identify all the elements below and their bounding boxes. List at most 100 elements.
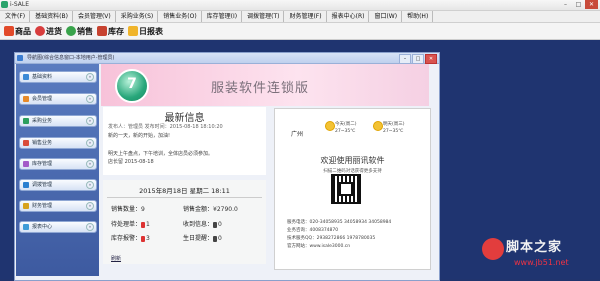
current-date: 2015年8月18日 星期二 18:11 [139, 187, 230, 195]
sidebar-item-transfer[interactable]: 调拨管理 » [19, 179, 97, 191]
transfer-icon [23, 182, 29, 188]
toolbar-purchase-label: 进货 [46, 26, 62, 36]
pending-row[interactable]: 待处理单： 1 [111, 219, 150, 228]
menu-members[interactable]: 会员管理(V) [73, 11, 116, 22]
sale-icon [66, 26, 76, 36]
chevron-icon: » [86, 117, 94, 125]
toolbar-daily-report-label: 日报表 [139, 26, 163, 36]
goods-icon [4, 26, 14, 36]
chevron-icon: » [86, 139, 94, 147]
finance-icon [23, 203, 29, 209]
toolbar-sale-button[interactable]: 销售 [66, 26, 93, 37]
refresh-link[interactable]: 刷新 [111, 255, 121, 262]
brand-banner: 7 服装软件连锁版 [101, 64, 429, 106]
tomorrow-label: 明天(周三) [383, 122, 405, 127]
pending-value: 1 [146, 221, 150, 228]
news-line: 店长留 2015-08-18 [108, 159, 154, 165]
message-icon [213, 221, 218, 228]
sidebar-item-label: 财务管理 [32, 203, 53, 209]
members-icon [23, 96, 29, 102]
toolbar-stock-button[interactable]: 库存 [97, 26, 124, 37]
inventory-icon [23, 161, 29, 167]
chevron-icon: » [86, 160, 94, 168]
sales-amount-label: 销售金额： [183, 206, 214, 213]
sidebar-item-label: 库存管理 [32, 161, 53, 167]
menu-purchase[interactable]: 采购业务(S) [116, 11, 159, 22]
received-value: 0 [218, 221, 222, 228]
close-button[interactable]: ✕ [585, 0, 598, 9]
watermark-url: www.jb51.net [514, 258, 569, 267]
news-panel: 最新信息 发布人：管理员 发布时间：2015-08-18 18:10:20 新的… [103, 107, 266, 175]
sidebar-item-finance[interactable]: 财务管理 » [19, 200, 97, 212]
menu-help[interactable]: 帮助(H) [402, 11, 434, 22]
sidebar-item-label: 会员管理 [32, 96, 53, 102]
sales-amount-value: ¥2790.0 [213, 206, 238, 213]
child-minimize-button[interactable]: – [399, 54, 411, 64]
sidebar-item-label: 调拨管理 [32, 182, 53, 188]
child-window-controls: – □ ✕ [399, 54, 437, 64]
maximize-button[interactable]: □ [572, 0, 585, 9]
stock-icon [97, 26, 107, 36]
menu-basic-data[interactable]: 基础资料(B) [30, 11, 73, 22]
menu-finance[interactable]: 财务管理(F) [284, 11, 327, 22]
alert-icon [141, 221, 146, 228]
sidebar-item-label: 采购业务 [32, 118, 53, 124]
minimize-button[interactable]: – [559, 0, 572, 9]
sales-count-row: 销售数量：9 [111, 204, 145, 213]
reports-icon [23, 224, 29, 230]
menu-file[interactable]: 文件(F) [0, 11, 31, 22]
news-heading: 最新信息 [164, 113, 205, 124]
basic-data-icon [23, 74, 29, 80]
sidebar-item-members[interactable]: 会员管理 » [19, 93, 97, 105]
news-meta: 发布人：管理员 发布时间：2015-08-18 18:10:20 [108, 124, 223, 130]
sidebar-item-purchase[interactable]: 采购业务 » [19, 115, 97, 127]
received-row[interactable]: 收到信息： 0 [183, 219, 222, 228]
birthday-value: 0 [218, 235, 222, 242]
banner-title: 服装软件连锁版 [211, 81, 310, 96]
toolbar-purchase-button[interactable]: 进货 [35, 26, 62, 37]
toolbar-daily-report-button[interactable]: 日报表 [128, 26, 163, 37]
stock-alert-label: 库存报警： [111, 235, 142, 242]
sidebar: 基础资料 » 会员管理 » 采购业务 » 销售业务 » 库存管理 » 调拨管理 … [16, 64, 99, 276]
logo-icon: 7 [115, 69, 149, 103]
chevron-icon: » [86, 95, 94, 103]
sidebar-item-inventory[interactable]: 库存管理 » [19, 158, 97, 170]
sidebar-item-reports[interactable]: 报表中心 » [19, 221, 97, 233]
sidebar-item-label: 销售业务 [32, 140, 53, 146]
window-title: i-SALE [10, 1, 29, 8]
chevron-icon: » [86, 181, 94, 189]
toolbar-goods-button[interactable]: 商品 [4, 26, 31, 37]
tomorrow-temp: 27~35℃ [383, 129, 404, 134]
birthday-row[interactable]: 生日提醒： 0 [183, 233, 222, 242]
birthday-icon [213, 235, 218, 242]
app-icon [1, 1, 8, 8]
menu-inventory[interactable]: 库存管理(I) [202, 11, 243, 22]
website-link[interactable]: 官方网站：www.isale3000.cn [287, 243, 350, 249]
title-bar: i-SALE – □ ✕ [0, 0, 600, 11]
birthday-label: 生日提醒： [183, 235, 214, 242]
news-line: 新的一天，新的开始，加油! [108, 133, 171, 139]
sidebar-item-sales[interactable]: 销售业务 » [19, 137, 97, 149]
chevron-icon: » [86, 73, 94, 81]
purchase-icon [35, 26, 45, 36]
today-temp: 27~35℃ [335, 129, 356, 134]
child-maximize-button[interactable]: □ [412, 54, 424, 64]
menu-sales[interactable]: 销售业务(O) [158, 11, 202, 22]
toolbar-goods-label: 商品 [15, 26, 31, 36]
menu-reports[interactable]: 报表中心(R) [327, 11, 370, 22]
watermark-brand: 脚本之家 [506, 240, 563, 255]
sidebar-item-basic-data[interactable]: 基础资料 » [19, 71, 97, 83]
pending-label: 待处理单： [111, 221, 142, 228]
menu-window[interactable]: 窗口(W) [369, 11, 403, 22]
stock-alert-row[interactable]: 库存报警： 3 [111, 233, 150, 242]
navigation-window-caption[interactable]: 导航图(综合信息窗口-本地用户-管理员) – □ ✕ [15, 53, 439, 64]
child-close-button[interactable]: ✕ [425, 54, 437, 64]
chevron-icon: » [86, 202, 94, 210]
chevron-icon: » [86, 223, 94, 231]
menu-transfer[interactable]: 调拨管理(T) [242, 11, 285, 22]
contact-line: 技术服务QQ：2938272866 1978780035 [287, 236, 376, 241]
divider [107, 197, 262, 198]
purchase-icon [23, 118, 29, 124]
window-icon [17, 55, 23, 61]
sales-icon [23, 140, 29, 146]
